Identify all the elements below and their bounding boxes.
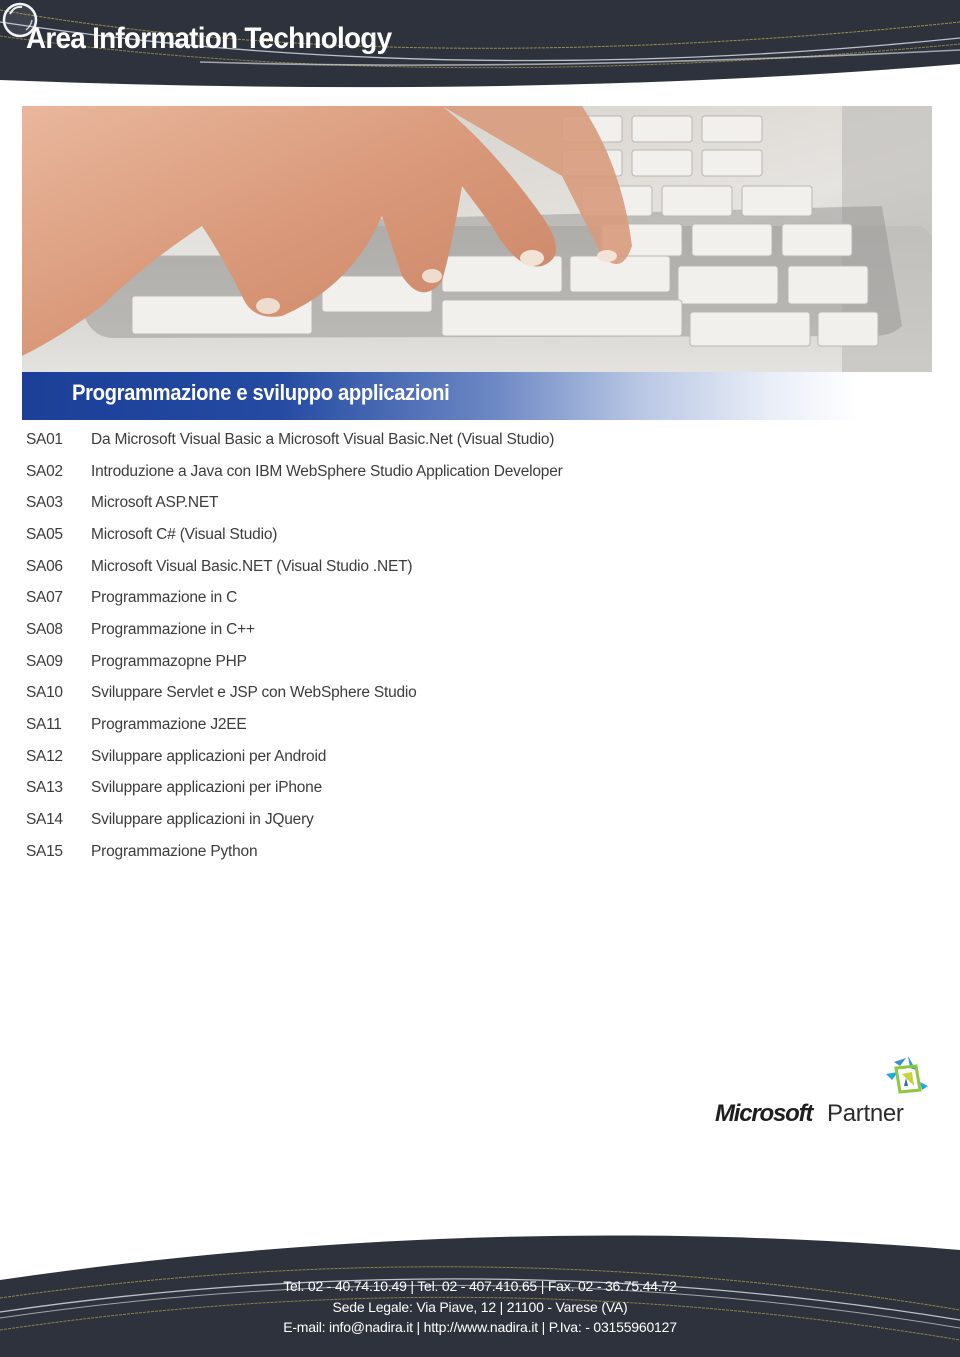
course-code: SA02 — [26, 462, 63, 480]
contact-info: Tel. 02 - 40.74.10.49 | Tel. 02 - 407.41… — [0, 1276, 960, 1338]
footer-phone-line: Tel. 02 - 40.74.10.49 | Tel. 02 - 407.41… — [283, 1278, 677, 1294]
page-footer: Tel. 02 - 40.74.10.49 | Tel. 02 - 407.41… — [0, 1220, 960, 1357]
course-title: Programmazione in C++ — [91, 620, 255, 638]
page-title: Area Information Technology — [26, 22, 392, 55]
course-row: SA14 Sviluppare applicazioni in JQuery — [26, 804, 726, 836]
course-row: SA05 Microsoft C# (Visual Studio) — [26, 519, 726, 551]
course-row: SA13 Sviluppare applicazioni per iPhone — [26, 773, 726, 805]
course-title: Sviluppare applicazioni in JQuery — [91, 811, 314, 829]
glass-bubble-icon — [2, 2, 38, 38]
course-title: Programmazione J2EE — [91, 716, 247, 734]
course-code: SA08 — [26, 620, 63, 638]
course-code: SA11 — [26, 716, 62, 734]
course-row: SA02 Introduzione a Java con IBM WebSpher… — [26, 456, 726, 488]
course-code: SA14 — [26, 811, 63, 829]
course-title: Sviluppare applicazioni per Android — [91, 747, 327, 765]
course-title: Microsoft Visual Basic.NET (Visual Studi… — [91, 557, 413, 575]
course-code: SA12 — [26, 747, 63, 765]
keyboard-typing-image — [22, 106, 932, 372]
course-code: SA15 — [26, 842, 63, 860]
course-title: Microsoft ASP.NET — [91, 494, 219, 512]
page-header: Area Information Technology — [0, 0, 960, 100]
course-row: SA07 Programmazione in C — [26, 582, 726, 614]
course-title: Programmazione in C — [91, 589, 238, 607]
course-title: Da Microsoft Visual Basic a Microsoft Vi… — [91, 430, 555, 448]
course-title: Programmazopne PHP — [91, 652, 247, 670]
course-row: SA06 Microsoft Visual Basic.NET (Visual S… — [26, 551, 726, 583]
course-row: SA08 Programmazione in C++ — [26, 614, 726, 646]
course-code: SA10 — [26, 684, 63, 702]
course-row: SA10 Sviluppare Servlet e JSP con WebSphe… — [26, 678, 726, 710]
hero-photo — [22, 106, 932, 372]
course-code: SA03 — [26, 494, 63, 512]
footer-email-web-line: E-mail: info@nadira.it | http://www.nadi… — [283, 1319, 677, 1335]
partner-wordmark: Partner — [827, 1100, 904, 1127]
course-row: SA09 Programmazopne PHP — [26, 646, 726, 678]
course-code: SA06 — [26, 557, 63, 575]
microsoft-wordmark: Microsoft — [715, 1100, 813, 1127]
section-banner: Programmazione e sviluppo applicazioni — [22, 372, 932, 420]
course-code: SA07 — [26, 589, 63, 607]
course-code: SA09 — [26, 652, 63, 670]
course-list: SA01 Da Microsoft Visual Basic a Microsof… — [26, 424, 726, 868]
partner-emblem-icon — [886, 1056, 928, 1094]
course-row: SA15 Programmazione Python — [26, 836, 726, 868]
course-row: SA03 Microsoft ASP.NET — [26, 487, 726, 519]
course-row: SA11 Programmazione J2EE — [26, 709, 726, 741]
course-row: SA01 Da Microsoft Visual Basic a Microsof… — [26, 424, 726, 456]
section-title: Programmazione e sviluppo applicazioni — [72, 380, 450, 405]
course-title: Sviluppare applicazioni per iPhone — [91, 779, 323, 797]
course-title: Introduzione a Java con IBM WebSphere St… — [91, 462, 563, 480]
course-title: Microsoft C# (Visual Studio) — [91, 525, 278, 543]
course-code: SA05 — [26, 525, 63, 543]
course-code: SA01 — [26, 430, 63, 448]
course-title: Sviluppare Servlet e JSP con WebSphere S… — [91, 684, 417, 702]
course-row: SA12 Sviluppare applicazioni per Android — [26, 741, 726, 773]
microsoft-partner-logo: Microsoft Partner — [715, 1052, 935, 1132]
course-title: Programmazione Python — [91, 842, 258, 860]
course-code: SA13 — [26, 779, 63, 797]
footer-address-line: Sede Legale: Via Piave, 12 | 21100 - Var… — [332, 1298, 628, 1315]
